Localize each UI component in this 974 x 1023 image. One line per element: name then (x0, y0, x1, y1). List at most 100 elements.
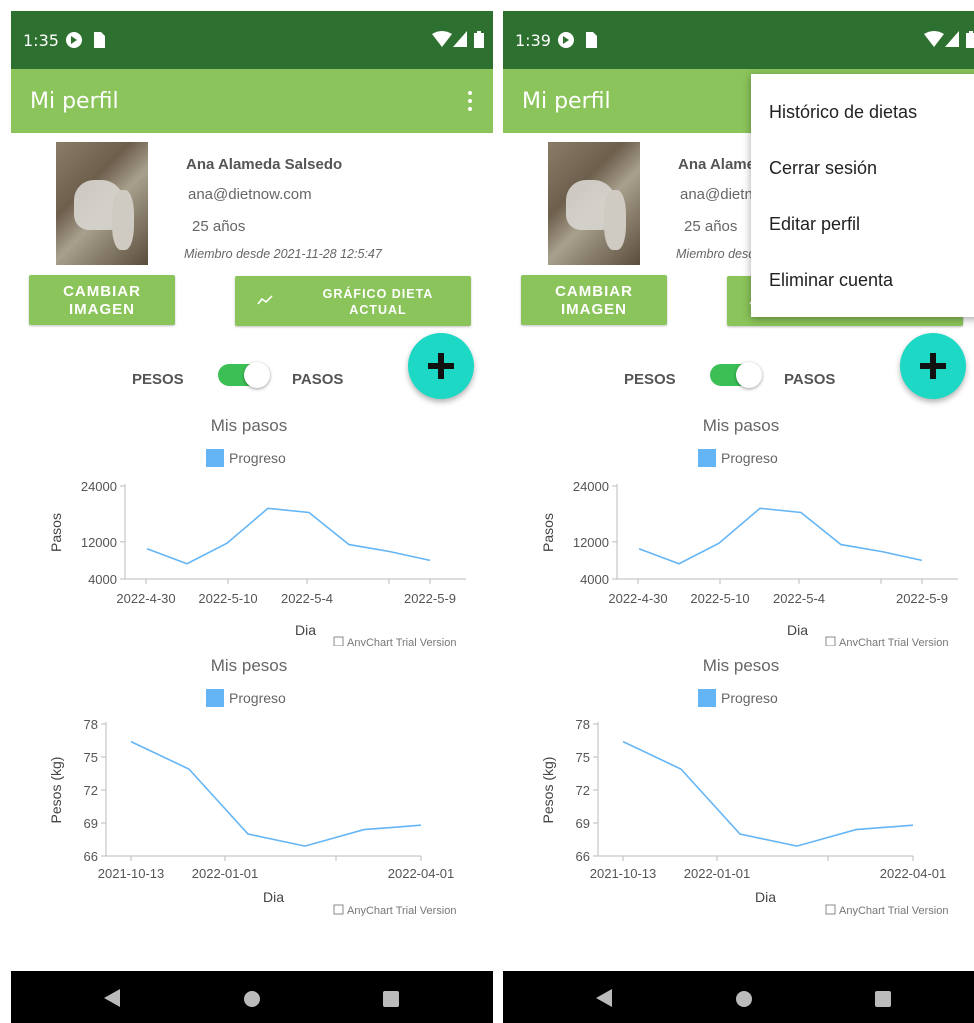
play-protect-icon (66, 32, 82, 48)
kebab-menu-icon[interactable] (467, 91, 473, 113)
x-axis-label: Dia (263, 889, 284, 905)
y-tick-label: 4000 (88, 572, 117, 587)
app-bar: Mi perfil (11, 69, 493, 133)
x-tick-label: 2022-04-01 (880, 866, 947, 881)
profile-avatar (56, 142, 148, 265)
menu-item-logout[interactable]: Cerrar sesión (769, 158, 877, 179)
y-tick-label: 69 (84, 816, 98, 831)
anychart-credit: AnyChart Trial Version (347, 905, 456, 916)
x-tick-label: 2022-4-30 (116, 591, 175, 606)
legend-label: Progreso (229, 450, 286, 466)
y-axis-label: Pasos (540, 513, 556, 552)
wifi-icon (432, 31, 452, 47)
y-tick-label: 66 (576, 849, 590, 864)
toggle-label-pasos: PASOS (784, 371, 836, 388)
navigation-bar (11, 971, 493, 1023)
current-diet-chart-button[interactable]: GRÁFICO DIETA ACTUAL (235, 276, 471, 326)
home-icon[interactable] (736, 991, 752, 1007)
x-axis-label: Dia (295, 622, 316, 638)
status-bar: 1:35 (11, 11, 493, 69)
x-tick-label: 2022-01-01 (684, 866, 751, 881)
profile-name: Ana Alameda Salsedo (186, 156, 343, 173)
signal-icon (453, 31, 467, 47)
y-tick-label: 24000 (573, 479, 609, 494)
weights-chart: Mis pesos Progreso 78 75 72 69 662021-10-13 202… (540, 656, 948, 916)
profile-age: 25 años (192, 218, 246, 235)
x-tick-label: 2022-01-01 (192, 866, 259, 881)
status-time: 1:35 (23, 31, 59, 50)
back-icon[interactable] (104, 989, 120, 1007)
y-tick-label: 12000 (573, 535, 609, 550)
steps-chart: Mis pasos Progreso 24000 12000 4000 2022-4-30… (48, 416, 466, 646)
change-image-button[interactable]: CAMBIAR IMAGEN (521, 275, 667, 325)
anychart-logo-icon (333, 636, 344, 646)
legend-swatch (206, 689, 224, 707)
menu-item-diet-history[interactable]: Histórico de dietas (769, 102, 917, 123)
x-axis-label: Dia (755, 889, 776, 905)
y-axis-label: Pesos (kg) (48, 757, 64, 824)
add-fab-button[interactable] (900, 333, 966, 399)
toggle-label-pesos: PESOS (624, 371, 676, 388)
series-line-progreso (130, 740, 422, 847)
change-image-button[interactable]: CAMBIAR IMAGEN (29, 275, 175, 325)
x-tick-label: 2022-5-9 (404, 591, 456, 606)
series-line-progreso (638, 507, 923, 565)
screen-2: 1:39 Mi perfil Ana Alameda Salsedo ana@d… (503, 11, 974, 1023)
change-image-label-2: IMAGEN (561, 301, 627, 318)
diet-chart-label-2: ACTUAL (349, 303, 407, 317)
legend-swatch (206, 449, 224, 467)
x-axis-label: Dia (787, 622, 808, 638)
profile-age: 25 años (684, 218, 738, 235)
play-protect-icon (558, 32, 574, 48)
chart-toggle-switch[interactable] (710, 362, 762, 388)
battery-icon (474, 31, 484, 48)
profile-email: ana@dietnow.com (188, 186, 312, 203)
y-tick-label: 66 (84, 849, 98, 864)
status-bar: 1:39 (503, 11, 974, 69)
y-tick-label: 75 (576, 750, 590, 765)
x-tick-label: 2022-5-4 (281, 591, 333, 606)
navigation-bar (503, 971, 974, 1023)
toggle-label-pasos: PASOS (292, 371, 344, 388)
chart-toggle-switch[interactable] (218, 362, 270, 388)
x-tick-label: 2022-5-10 (690, 591, 749, 606)
add-fab-button[interactable] (408, 333, 474, 399)
menu-item-delete-account[interactable]: Eliminar cuenta (769, 270, 893, 291)
anychart-logo-icon (825, 636, 836, 646)
legend-label: Progreso (721, 450, 778, 466)
chart-title: Mis pesos (211, 656, 288, 675)
anychart-credit: AnyChart Trial Version (347, 637, 456, 646)
back-icon[interactable] (596, 989, 612, 1007)
y-axis-label: Pesos (kg) (540, 757, 556, 824)
y-tick-label: 72 (84, 783, 98, 798)
trending-icon (257, 295, 273, 305)
x-tick-label: 2022-5-10 (198, 591, 257, 606)
chart-title: Mis pasos (211, 416, 288, 435)
profile-avatar (548, 142, 640, 265)
legend-swatch (698, 689, 716, 707)
series-line-progreso (622, 740, 914, 847)
y-axis-label: Pasos (48, 513, 64, 552)
legend-label: Progreso (721, 690, 778, 706)
y-tick-label: 12000 (81, 535, 117, 550)
series-line-progreso (146, 507, 431, 565)
anychart-credit: AnyChart Trial Version (839, 637, 948, 646)
menu-item-edit-profile[interactable]: Editar perfil (769, 214, 860, 235)
recents-icon[interactable] (875, 991, 891, 1007)
anychart-logo-icon (825, 904, 836, 915)
home-icon[interactable] (244, 991, 260, 1007)
y-tick-label: 78 (576, 717, 590, 732)
change-image-label-2: IMAGEN (69, 301, 135, 318)
y-tick-label: 78 (84, 717, 98, 732)
x-tick-label: 2021-10-13 (98, 866, 165, 881)
recents-icon[interactable] (383, 991, 399, 1007)
member-since: Miembro desde 2021-11-28 12:5:47 (184, 247, 382, 261)
screen-1: 1:35 Mi perfil Ana Alameda Salsedo ana@d… (11, 11, 493, 1023)
legend-swatch (698, 449, 716, 467)
y-tick-label: 75 (84, 750, 98, 765)
overflow-menu: Histórico de dietas Cerrar sesión Editar… (751, 74, 974, 317)
app-bar-title: Mi perfil (30, 89, 119, 114)
sim-card-icon (586, 32, 597, 48)
y-tick-label: 4000 (580, 572, 609, 587)
diet-chart-label-1: GRÁFICO DIETA (322, 287, 434, 301)
